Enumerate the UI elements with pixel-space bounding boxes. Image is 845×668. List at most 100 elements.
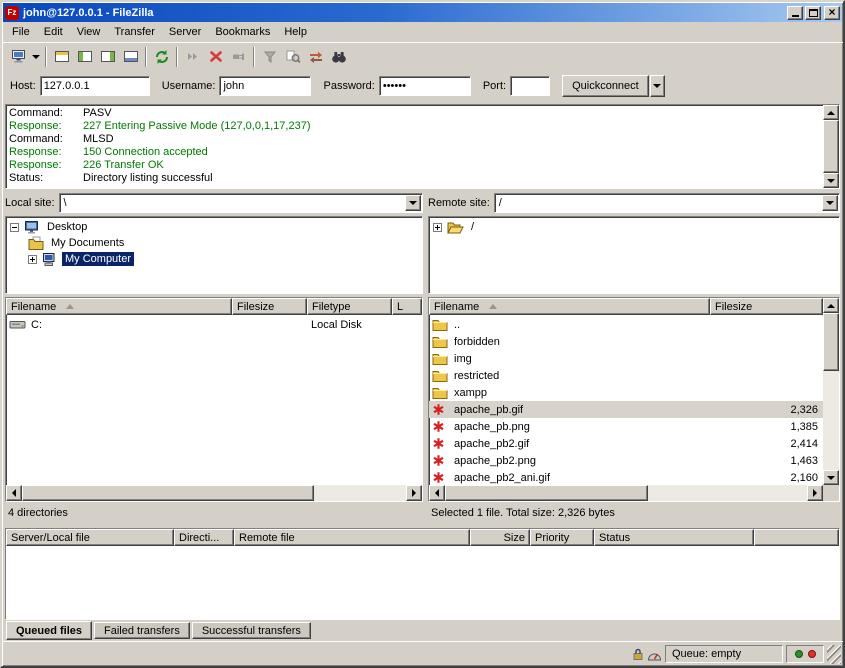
local-tree-icon: [77, 49, 93, 64]
column-header[interactable]: Size: [470, 529, 530, 546]
username-input[interactable]: [219, 76, 311, 96]
site-manager-dropdown-button[interactable]: [30, 46, 42, 68]
tree-expander-icon[interactable]: [10, 223, 19, 232]
queue-tab[interactable]: Successful transfers: [192, 622, 311, 639]
username-label: Username:: [162, 80, 216, 92]
quickconnect-button[interactable]: Quickconnect: [562, 75, 649, 97]
scroll-track[interactable]: [314, 485, 406, 501]
menu-item[interactable]: File: [5, 24, 37, 40]
column-header[interactable]: Remote file: [234, 529, 470, 546]
toggle-remote-tree-button[interactable]: [96, 46, 119, 68]
scroll-thumb[interactable]: [823, 313, 839, 371]
toggle-message-log-button[interactable]: [50, 46, 73, 68]
close-button[interactable]: [824, 6, 840, 20]
column-header[interactable]: Filename: [429, 298, 710, 315]
remote-site-combo[interactable]: /: [494, 193, 840, 213]
scroll-up-button[interactable]: [823, 105, 839, 120]
file-row[interactable]: apache_pb2.png 1,463: [429, 452, 823, 469]
file-row[interactable]: ..: [429, 316, 823, 333]
scroll-right-button[interactable]: [807, 485, 823, 501]
column-header[interactable]: Status: [594, 529, 754, 546]
local-list-header: Filename Filesize Filetype L: [6, 298, 422, 315]
tree-expander-icon[interactable]: [433, 223, 442, 232]
scroll-down-button[interactable]: [823, 173, 839, 188]
scroll-track[interactable]: [648, 485, 807, 501]
log-scrollbar[interactable]: [823, 105, 839, 188]
file-row[interactable]: C: Local Disk: [6, 316, 422, 333]
scroll-down-button[interactable]: [823, 470, 839, 485]
maximize-button[interactable]: [805, 6, 821, 20]
filezilla-logo-icon[interactable]: Fz: [5, 6, 19, 20]
password-input[interactable]: [379, 76, 471, 96]
process-queue-button[interactable]: [181, 46, 204, 68]
tree-item-label[interactable]: Desktop: [44, 220, 90, 234]
remote-horizontal-scrollbar[interactable]: [429, 485, 823, 501]
scroll-right-button[interactable]: [406, 485, 422, 501]
cancel-button[interactable]: [204, 46, 227, 68]
scroll-up-button[interactable]: [823, 298, 839, 313]
site-manager-button[interactable]: [7, 46, 30, 68]
scroll-thumb[interactable]: [445, 485, 648, 501]
resize-grip[interactable]: [827, 645, 841, 664]
tree-expander-icon[interactable]: [28, 255, 37, 264]
tree-item[interactable]: My Computer: [7, 251, 421, 267]
quickconnect-dropdown-button[interactable]: [650, 75, 665, 97]
file-row[interactable]: img: [429, 350, 823, 367]
scroll-track[interactable]: [823, 371, 839, 470]
port-input[interactable]: [510, 76, 550, 96]
column-header[interactable]: L: [392, 298, 422, 315]
file-row[interactable]: restricted: [429, 367, 823, 384]
file-row[interactable]: forbidden: [429, 333, 823, 350]
column-header[interactable]: Server/Local file: [6, 529, 174, 546]
tree-item[interactable]: My Documents: [7, 235, 421, 251]
minimize-button[interactable]: [787, 6, 803, 20]
menu-item[interactable]: View: [70, 24, 108, 40]
column-header[interactable]: Filetype: [307, 298, 392, 315]
disconnect-button[interactable]: [227, 46, 250, 68]
column-header[interactable]: Filename: [6, 298, 232, 315]
column-header[interactable]: Filesize: [710, 298, 823, 315]
menu-item[interactable]: Edit: [37, 24, 70, 40]
file-row[interactable]: apache_pb2_ani.gif 2,160: [429, 469, 823, 485]
scroll-left-button[interactable]: [429, 485, 445, 501]
host-label: Host:: [10, 80, 36, 92]
find-files-button[interactable]: [327, 46, 350, 68]
file-row[interactable]: xampp: [429, 384, 823, 401]
remote-vertical-scrollbar[interactable]: [823, 298, 839, 501]
file-row[interactable]: apache_pb.png 1,385: [429, 418, 823, 435]
filename-filters-button[interactable]: [258, 46, 281, 68]
tree-item-label[interactable]: /: [468, 220, 477, 234]
synchronized-browsing-button[interactable]: [304, 46, 327, 68]
local-horizontal-scrollbar[interactable]: [6, 485, 422, 501]
file-row[interactable]: apache_pb.gif 2,326: [429, 401, 823, 418]
speed-limits-icon[interactable]: [647, 648, 662, 661]
tree-item-label[interactable]: My Documents: [48, 236, 127, 250]
toggle-transfer-queue-button[interactable]: [119, 46, 142, 68]
column-header[interactable]: Filesize: [232, 298, 307, 315]
encryption-status-icon[interactable]: [632, 647, 644, 661]
dropdown-arrow-button[interactable]: [822, 195, 838, 211]
refresh-button[interactable]: [150, 46, 173, 68]
toggle-local-tree-button[interactable]: [73, 46, 96, 68]
menu-item[interactable]: Bookmarks: [208, 24, 277, 40]
file-row[interactable]: apache_pb2.gif 2,414: [429, 435, 823, 452]
column-header[interactable]: Directi...: [174, 529, 234, 546]
scroll-thumb[interactable]: [823, 120, 839, 173]
menu-item[interactable]: Transfer: [107, 24, 162, 40]
host-input[interactable]: [40, 76, 150, 96]
tree-item[interactable]: Desktop: [7, 219, 421, 235]
directory-comparison-button[interactable]: [281, 46, 304, 68]
tree-item[interactable]: /: [430, 219, 838, 235]
menu-item[interactable]: Help: [277, 24, 314, 40]
scroll-left-button[interactable]: [6, 485, 22, 501]
scroll-thumb[interactable]: [22, 485, 314, 501]
queue-tab[interactable]: Failed transfers: [94, 622, 190, 639]
dropdown-arrow-button[interactable]: [405, 195, 421, 211]
menu-item[interactable]: Server: [162, 24, 208, 40]
column-header[interactable]: Priority: [530, 529, 594, 546]
queue-tab[interactable]: Queued files: [6, 621, 92, 640]
local-site-combo[interactable]: \: [59, 193, 423, 213]
tree-item-label[interactable]: My Computer: [62, 252, 134, 266]
tree-item-icon: [28, 236, 44, 250]
file-name: apache_pb.png: [454, 421, 530, 433]
